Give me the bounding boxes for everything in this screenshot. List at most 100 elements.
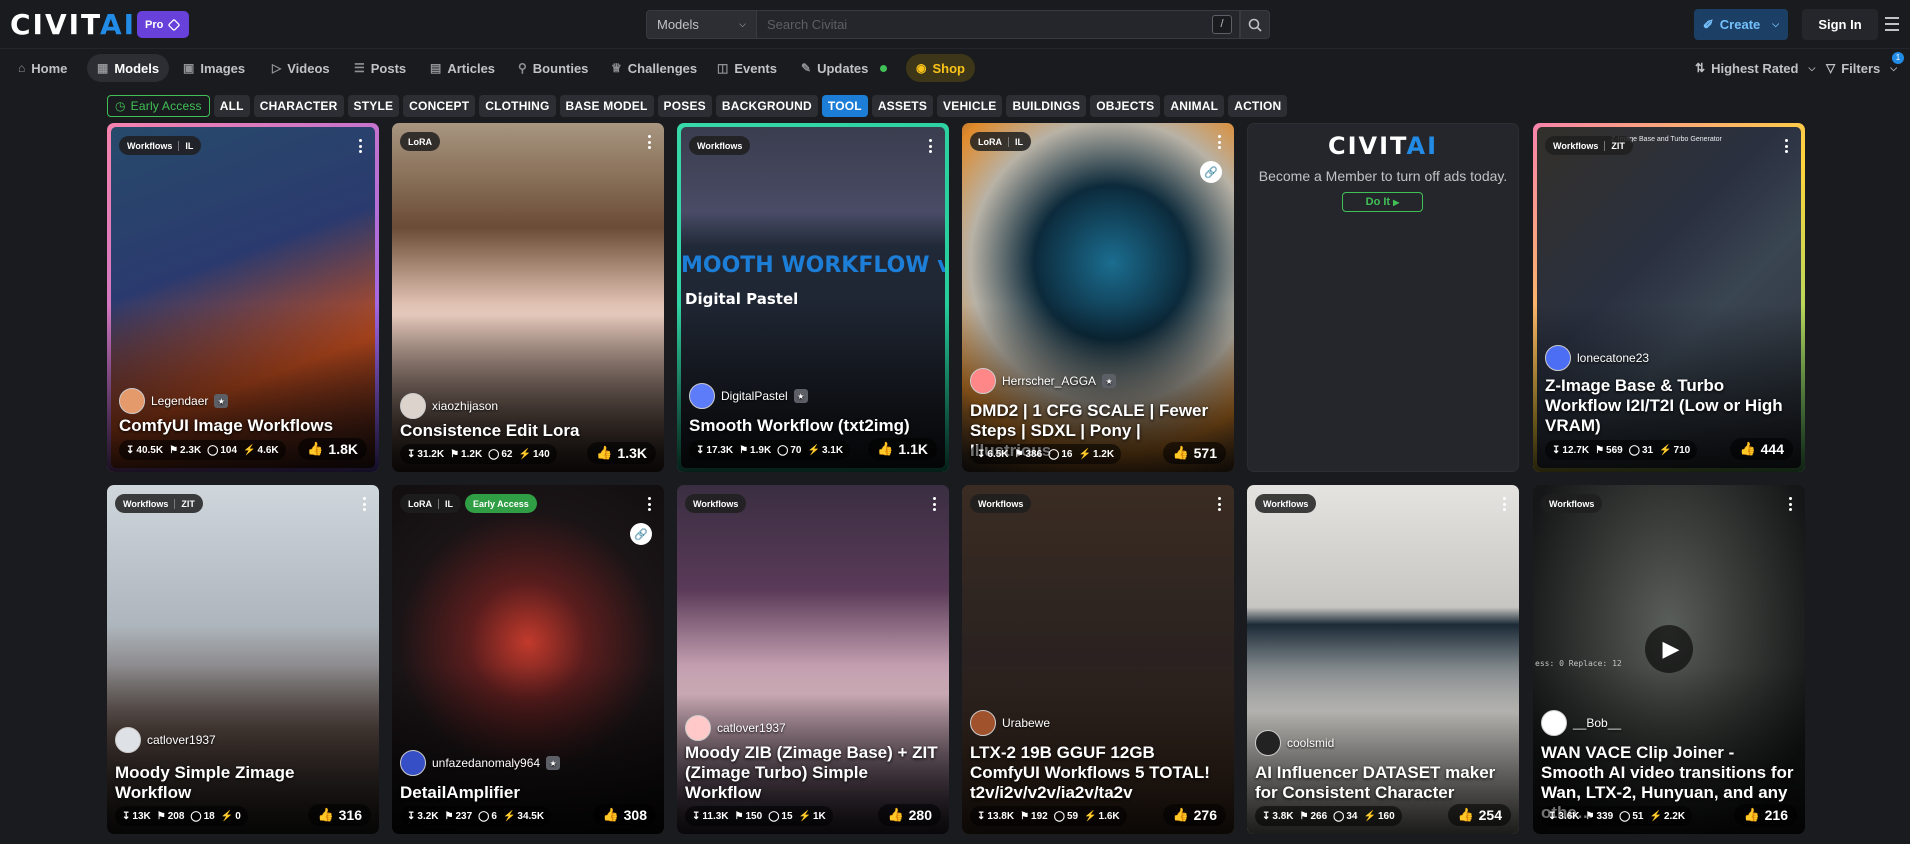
sort-dropdown[interactable]: ⇅ Highest Rated ⌵ — [1695, 54, 1815, 82]
comment-count: ◯ 51 — [1619, 810, 1644, 822]
tag-concept[interactable]: CONCEPT — [403, 95, 476, 117]
like-count[interactable]: 👍 216 — [1734, 804, 1797, 826]
card-author[interactable]: DigitalPastel ★ — [689, 383, 808, 409]
download-count: ↧ 6.5K — [977, 448, 1009, 460]
like-count[interactable]: 👍 444 — [1730, 438, 1793, 460]
card-title[interactable]: Moody ZIB (Zimage Base) + ZIT (Zimage Tu… — [685, 743, 941, 803]
card-title[interactable]: Smooth Workflow (txt2img) — [689, 416, 941, 436]
model-card[interactable]: Workflows coolsmid AI Influencer DATASET m… — [1247, 485, 1519, 834]
card-title[interactable]: Z-Image Base & Turbo Workflow I2I/T2I (L… — [1545, 376, 1797, 436]
like-count[interactable]: 👍 280 — [878, 804, 941, 826]
more-options-icon[interactable] — [1218, 497, 1222, 511]
nav-bounties[interactable]: ⚲ Bounties — [508, 54, 598, 82]
model-card[interactable]: Z-Image Base and Turbo Generator Workflow… — [1533, 123, 1805, 472]
like-count[interactable]: 👍 276 — [1163, 804, 1226, 826]
nav-events[interactable]: ◫ Events — [707, 54, 787, 82]
tag-tool[interactable]: TOOL — [821, 95, 868, 117]
more-options-icon[interactable] — [929, 139, 933, 153]
more-options-icon[interactable] — [648, 135, 652, 149]
sign-in-button[interactable]: Sign In — [1802, 9, 1878, 40]
nav-updates[interactable]: ✎ Updates — [791, 54, 897, 82]
play-icon: ▶ — [1393, 197, 1400, 207]
civitai-logo[interactable]: CIVITAI — [10, 11, 136, 39]
card-title[interactable]: Moody Simple Zimage Workflow — [115, 763, 371, 803]
card-author[interactable]: Urabewe — [970, 710, 1050, 736]
model-card[interactable]: Workflows ZIT catlover1937 Moody Simple Zim… — [107, 485, 379, 834]
nav-home[interactable]: ⌂ Home — [8, 54, 77, 82]
link-icon[interactable]: 🔗 — [630, 523, 652, 545]
nav-models[interactable]: ▦ Models — [87, 54, 170, 82]
card-author[interactable]: catlover1937 — [115, 727, 216, 753]
like-count[interactable]: 👍 316 — [308, 804, 371, 826]
card-title[interactable]: AI Influencer DATASET maker for Consiste… — [1255, 763, 1511, 803]
tag-poses[interactable]: POSES — [657, 95, 712, 117]
nav-images[interactable]: ▣ Images — [173, 54, 255, 82]
card-title[interactable]: DetailAmplifier — [400, 783, 656, 803]
tag-vehicle[interactable]: VEHICLE — [937, 95, 1003, 117]
tag-background[interactable]: BACKGROUND — [715, 95, 818, 117]
like-count[interactable]: 👍 308 — [593, 804, 656, 826]
like-count[interactable]: 👍 254 — [1448, 804, 1511, 826]
tag-action[interactable]: ACTION — [1228, 95, 1288, 117]
create-button[interactable]: ✐ Create ⌵ — [1694, 9, 1788, 40]
nav-bar: ⌂ Home ▦ Models ▣ Images ▷ Videos ☰ Posts ▤ Ar… — [0, 50, 1910, 86]
menu-icon[interactable] — [1885, 17, 1899, 31]
more-options-icon[interactable] — [933, 497, 937, 511]
card-title[interactable]: LTX-2 19B GGUF 12GB ComfyUI Workflows 5 … — [970, 743, 1226, 803]
tag-animal[interactable]: ANIMAL — [1164, 95, 1225, 117]
model-card[interactable]: LoRA IL 🔗 Herrscher_AGGA ★ DMD2 | 1 CFG SCALE… — [962, 123, 1234, 472]
link-icon[interactable]: 🔗 — [1200, 161, 1222, 183]
card-author[interactable]: __Bob__ — [1541, 710, 1621, 736]
model-card[interactable]: Workflows catlover1937 Moody ZIB (Zimage B… — [677, 485, 949, 834]
nav-shop[interactable]: ◉ Shop — [906, 54, 975, 82]
card-title[interactable]: ComfyUI Image Workflows — [119, 416, 371, 436]
card-title[interactable]: Consistence Edit Lora — [400, 421, 656, 441]
card-author[interactable]: coolsmid — [1255, 730, 1334, 756]
buzz-count: ⚡ 160 — [1363, 810, 1395, 822]
tag-objects[interactable]: OBJECTS — [1090, 95, 1161, 117]
tag-clothing[interactable]: CLOTHING — [479, 95, 556, 117]
model-card[interactable]: LoRA xiaozhijason Consistence Edit Lora ↧ 3… — [392, 123, 664, 472]
card-author[interactable]: catlover1937 — [685, 715, 786, 741]
card-author[interactable]: Legendaer ★ — [119, 388, 229, 414]
model-card[interactable]: Workflows IL Legendaer ★ ComfyUI Image Workf… — [107, 123, 379, 472]
more-options-icon[interactable] — [648, 497, 652, 511]
more-options-icon[interactable] — [363, 497, 367, 511]
tag-base-model[interactable]: BASE MODEL — [559, 95, 654, 117]
search-input[interactable] — [757, 10, 1240, 39]
card-author[interactable]: Herrscher_AGGA ★ — [970, 368, 1117, 394]
like-count[interactable]: 👍 1.3K — [587, 442, 656, 464]
card-author[interactable]: unfazedanomaly964 ★ — [400, 750, 561, 776]
card-author[interactable]: xiaozhijason — [400, 393, 498, 419]
tag-buildings[interactable]: BUILDINGS — [1006, 95, 1087, 117]
like-count[interactable]: 👍 1.1K — [868, 438, 937, 460]
pro-badge[interactable]: Pro — [137, 11, 190, 38]
model-card[interactable]: LoRA IL Early Access 🔗 unfazedanomaly964 ★ Det… — [392, 485, 664, 834]
filters-button[interactable]: ▽ Filters ⌵ — [1826, 54, 1897, 82]
download-count: ↧ 40.5K — [126, 444, 164, 456]
early-access-toggle[interactable]: ◷ Early Access — [107, 95, 210, 117]
model-card[interactable]: MOOTH WORKFLOW v Digital Pastel Workflows D… — [677, 123, 949, 472]
search-scope-select[interactable]: Models ⌵ — [646, 10, 757, 39]
like-count[interactable]: 👍 571 — [1163, 442, 1226, 464]
more-options-icon[interactable] — [359, 139, 363, 153]
nav-posts[interactable]: ☰ Posts — [344, 54, 416, 82]
more-options-icon[interactable] — [1789, 497, 1793, 511]
nav-articles[interactable]: ▤ Articles — [420, 54, 505, 82]
search-button[interactable] — [1240, 10, 1270, 39]
like-count[interactable]: 👍 1.8K — [298, 438, 367, 460]
tag-all[interactable]: ALL — [213, 95, 250, 117]
more-options-icon[interactable] — [1785, 139, 1789, 153]
tag-style[interactable]: STYLE — [347, 95, 400, 117]
nav-videos[interactable]: ▷ Videos — [262, 54, 340, 82]
tag-assets[interactable]: ASSETS — [871, 95, 934, 117]
ad-do-it-button[interactable]: Do It ▶ — [1342, 192, 1423, 212]
more-options-icon[interactable] — [1218, 135, 1222, 149]
nav-challenges[interactable]: ♕ Challenges — [601, 54, 707, 82]
model-card[interactable]: Workflows Urabewe LTX-2 19B GGUF 12GB Comf… — [962, 485, 1234, 834]
bookmark-icon: ⚑ — [444, 810, 454, 822]
more-options-icon[interactable] — [1503, 497, 1507, 511]
tag-character[interactable]: CHARACTER — [253, 95, 344, 117]
card-author[interactable]: lonecatone23 — [1545, 345, 1649, 371]
model-card[interactable]: ess: 0 Replace: 12 ▶ Workflows __Bob__ WAN V… — [1533, 485, 1805, 834]
